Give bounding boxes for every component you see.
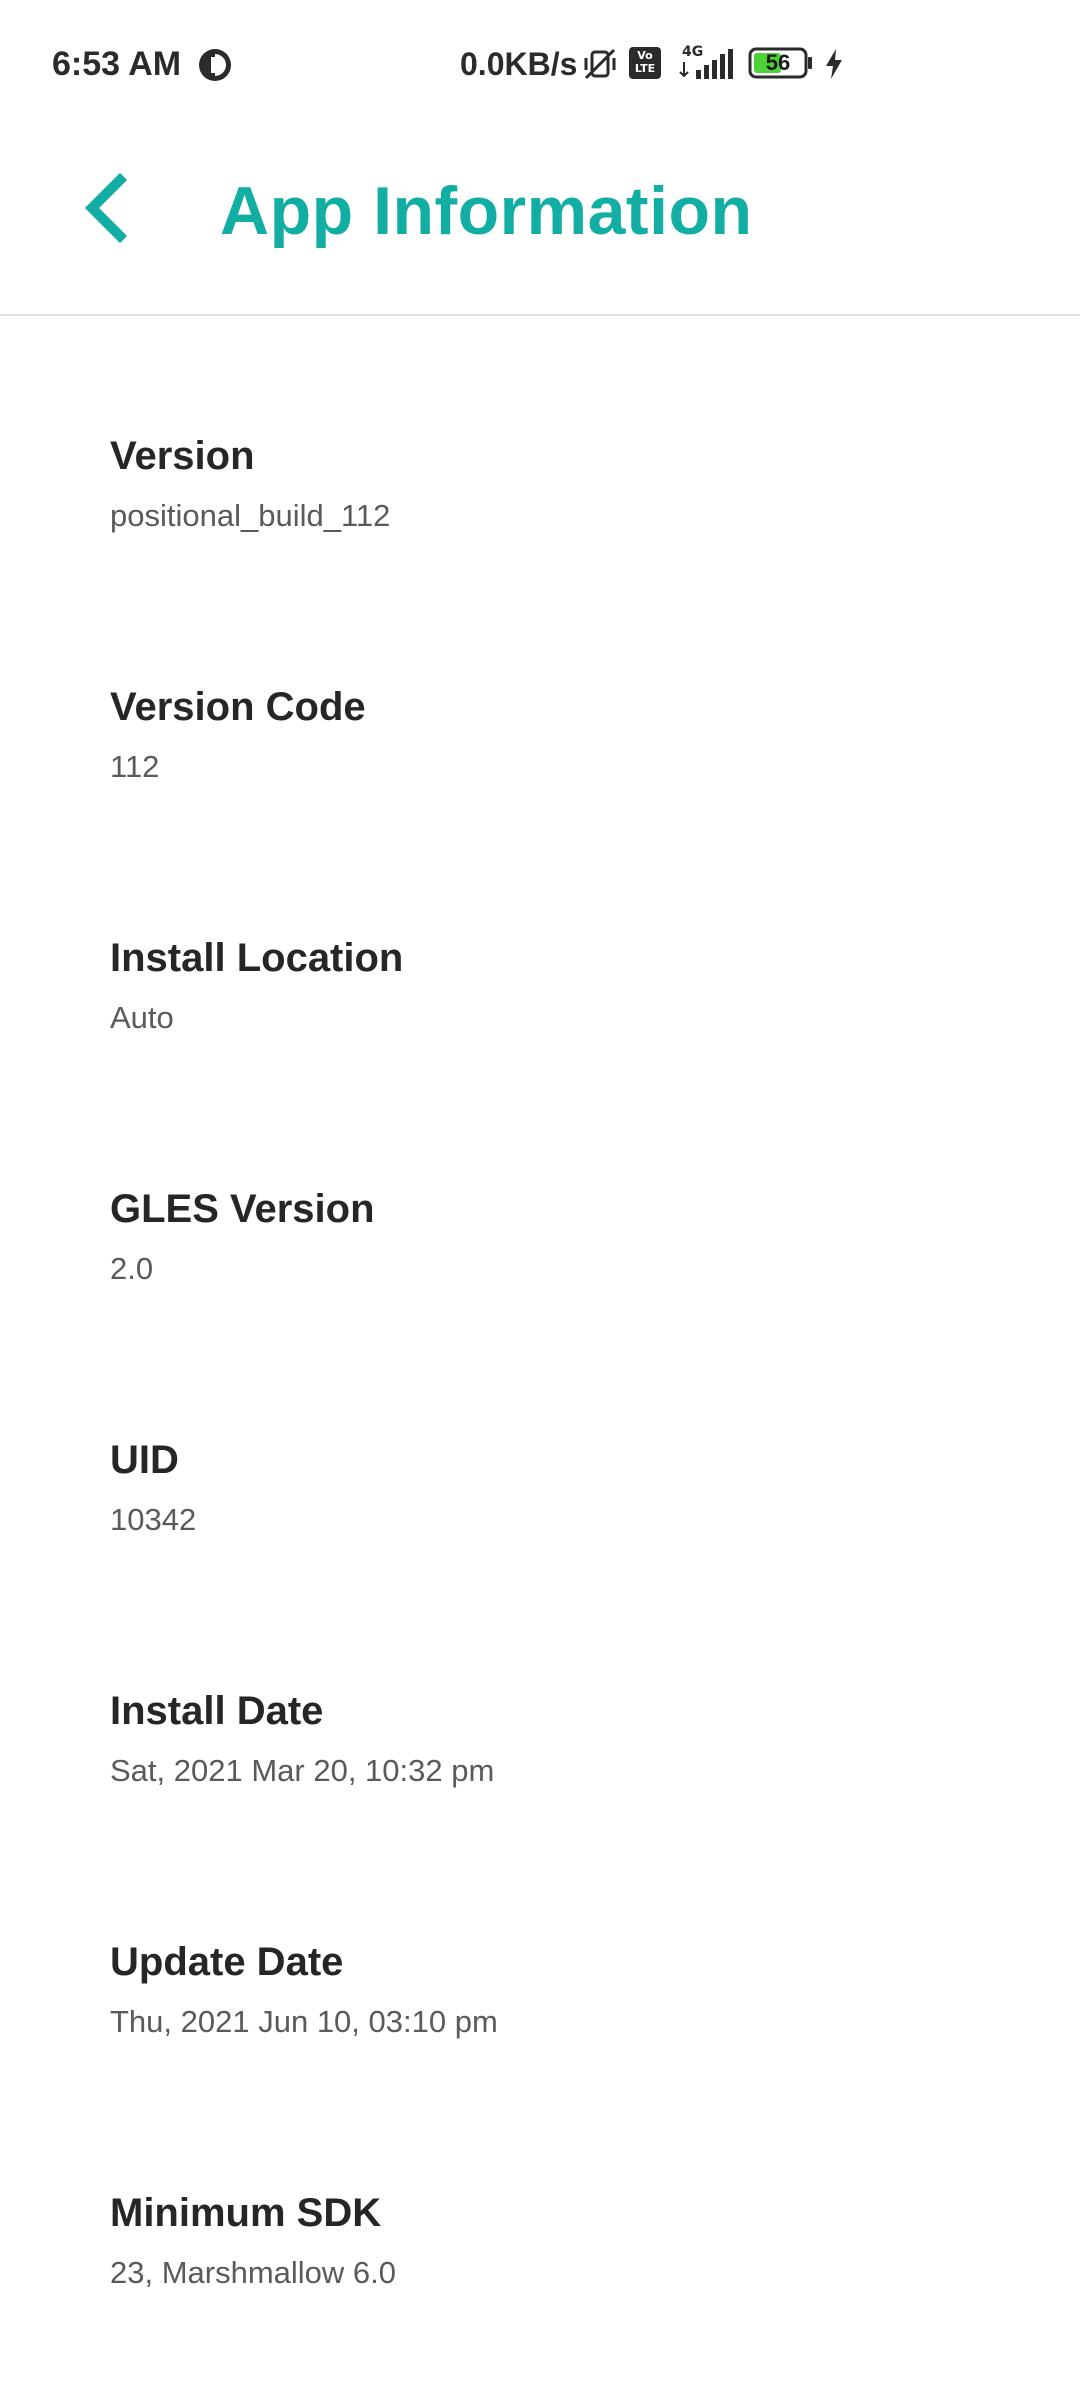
info-item-gles-version[interactable]: GLES Version 2.0 <box>0 1069 1080 1320</box>
page-title: App Information <box>220 173 753 249</box>
info-label: Install Date <box>110 1689 324 1733</box>
battery-indicator: 56 <box>748 47 812 79</box>
vibrate-off-icon <box>584 48 616 80</box>
app-header: App Information <box>0 128 1080 316</box>
info-item-minimum-sdk[interactable]: Minimum SDK 23, Marshmallow 6.0 <box>0 2073 1080 2324</box>
info-value: Sat, 2021 Mar 20, 10:32 pm <box>110 1753 495 1788</box>
info-item-version-code[interactable]: Version Code 112 <box>0 567 1080 818</box>
info-item-install-location[interactable]: Install Location Auto <box>0 818 1080 1069</box>
info-list: Version positional_build_112 Version Cod… <box>0 316 1080 2324</box>
info-value: 10342 <box>110 1502 197 1537</box>
info-label: GLES Version <box>110 1187 375 1231</box>
info-label: Version Code <box>110 685 366 729</box>
charging-icon <box>826 49 842 79</box>
back-button[interactable] <box>70 162 150 252</box>
info-value: 23, Marshmallow 6.0 <box>110 2255 397 2290</box>
info-value: Auto <box>110 1000 174 1035</box>
info-item-update-date[interactable]: Update Date Thu, 2021 Jun 10, 03:10 pm <box>0 1822 1080 2073</box>
info-label: Install Location <box>110 936 404 980</box>
info-item-install-date[interactable]: Install Date Sat, 2021 Mar 20, 10:32 pm <box>0 1571 1080 1822</box>
chevron-left-icon <box>84 172 128 244</box>
info-value: 2.0 <box>110 1251 154 1286</box>
info-label: Update Date <box>110 1940 344 1984</box>
info-value: 112 <box>110 749 160 784</box>
app-notification-icon <box>199 49 231 81</box>
info-label: Version <box>110 434 255 478</box>
info-label: Minimum SDK <box>110 2191 382 2235</box>
signal-icon <box>679 49 733 79</box>
info-item-version[interactable]: Version positional_build_112 <box>0 316 1080 567</box>
volte-label: Vo LTE <box>634 49 656 75</box>
info-label: UID <box>110 1438 179 1482</box>
status-time: 6:53 AM <box>52 45 182 83</box>
info-value: Thu, 2021 Jun 10, 03:10 pm <box>110 2004 498 2039</box>
info-value: positional_build_112 <box>110 498 391 533</box>
network-speed: 0.0KB/s <box>460 46 578 82</box>
battery-level: 56 <box>765 50 791 75</box>
volte-icon: Vo LTE <box>628 46 662 80</box>
status-bar: 6:53 AM 0.0KB/s Vo LTE 4G 56 <box>0 0 1080 128</box>
info-item-uid[interactable]: UID 10342 <box>0 1320 1080 1571</box>
